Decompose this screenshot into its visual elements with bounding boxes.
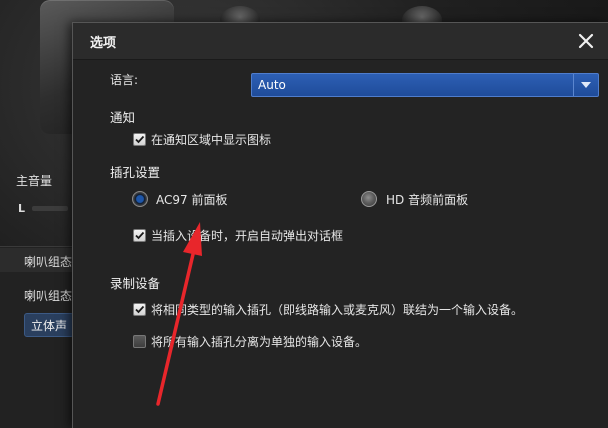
master-volume-slider[interactable] xyxy=(32,206,68,211)
recording-section-title: 录制设备 xyxy=(110,276,161,291)
options-dialog: 选项 语言: Auto 通知 在通知区域中显示图标 插孔设置 AC97 前面板 … xyxy=(72,22,608,428)
chevron-down-icon xyxy=(581,82,591,88)
show-icon-checkbox[interactable] xyxy=(133,133,146,146)
ac97-front-panel-label: AC97 前面板 xyxy=(156,193,228,207)
close-button[interactable] xyxy=(576,31,596,51)
language-dropdown[interactable]: Auto xyxy=(251,73,599,97)
dialog-titlebar: 选项 xyxy=(73,23,608,60)
close-icon xyxy=(578,33,594,49)
language-dropdown-value: Auto xyxy=(258,78,286,92)
speaker-config-panel xyxy=(0,246,72,428)
auto-popup-checkbox[interactable] xyxy=(133,229,146,242)
jack-settings-section-title: 插孔设置 xyxy=(110,165,161,180)
hd-audio-front-panel-radio[interactable] xyxy=(361,191,377,207)
show-icon-label: 在通知区域中显示图标 xyxy=(151,133,272,147)
hd-audio-front-panel-label: HD 音频前面板 xyxy=(386,193,469,207)
auto-popup-label: 当插入设备时，开启自动弹出对话框 xyxy=(151,229,344,243)
master-volume-label: 主音量 xyxy=(16,174,53,188)
separate-inputs-label: 将所有输入插孔分离为单独的输入设备。 xyxy=(151,335,368,349)
dialog-title: 选项 xyxy=(90,36,117,51)
separate-inputs-checkbox[interactable] xyxy=(133,335,146,348)
screen: 主音量 L 喇叭组态 喇叭组态 立体声 选项 语言: Auto 通知 在通知区域… xyxy=(0,0,608,428)
combine-inputs-label: 将相同类型的输入插孔（即线路输入或麦克风）联结为一个输入设备。 xyxy=(151,303,524,317)
speaker-config-label: 喇叭组态 xyxy=(24,289,73,303)
combine-inputs-checkbox[interactable] xyxy=(133,303,146,316)
language-label: 语言: xyxy=(110,73,139,87)
left-channel-label: L xyxy=(18,202,26,215)
checkmark-icon xyxy=(135,305,145,314)
checkmark-icon xyxy=(135,135,145,144)
checkmark-icon xyxy=(135,231,145,240)
speaker-config-select[interactable]: 立体声 xyxy=(24,313,74,337)
speaker-config-panel-title: 喇叭组态 xyxy=(24,255,73,269)
ac97-front-panel-radio[interactable] xyxy=(132,191,148,207)
notifications-section-title: 通知 xyxy=(110,110,136,125)
dropdown-arrow-button[interactable] xyxy=(573,74,598,96)
